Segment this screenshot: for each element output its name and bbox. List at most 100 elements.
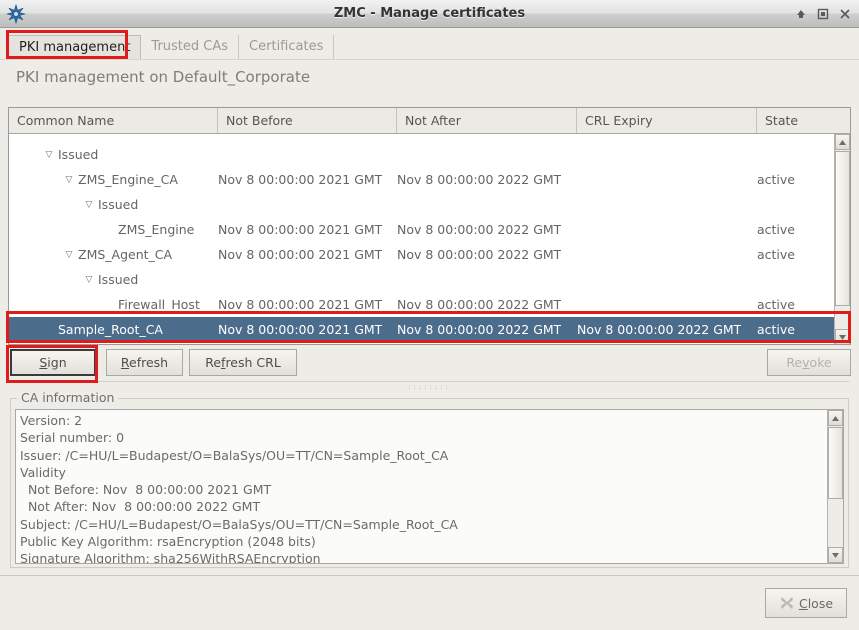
cell-common-name: Sample_Root_CA xyxy=(43,317,163,342)
refresh-button-label-mnemonic: R xyxy=(120,355,130,370)
tab-certificates[interactable]: Certificates xyxy=(239,35,335,59)
cell-common-name-text: Firewall_Host xyxy=(118,297,200,312)
sign-button[interactable]: Sign xyxy=(10,349,96,376)
revoke-label-b: oke xyxy=(809,355,832,370)
title-bar: ZMC - Manage certificates xyxy=(0,0,859,28)
table-row[interactable]: ▽ ZMS_Engine_CA Nov 8 00:00:00 2021 GMT Nov… xyxy=(9,167,835,192)
cell-common-name-text: ZMS_Engine_CA xyxy=(78,172,178,187)
column-header-not-after[interactable]: Not After xyxy=(397,108,577,133)
cell-common-name-text: ZMS_Engine xyxy=(118,222,195,237)
cell-not-before: Nov 8 00:00:00 2021 GMT xyxy=(218,322,383,337)
revoke-label-mnemonic: v xyxy=(802,355,810,370)
ca-information-textarea[interactable]: Version: 2 Serial number: 0 Issuer: /C=H… xyxy=(15,409,844,564)
ca-information-scrollbar[interactable] xyxy=(827,410,843,563)
tree-scrollbar-thumb[interactable] xyxy=(835,151,850,306)
cell-common-name: _ _ xyxy=(63,134,78,142)
tab-pki-management[interactable]: PKI management xyxy=(8,35,142,59)
maximize-button[interactable] xyxy=(813,4,833,24)
close-dialog-button[interactable]: Close xyxy=(765,588,847,618)
cell-state: active xyxy=(757,322,795,337)
refresh-crl-label-b: resh CRL xyxy=(225,355,281,370)
cell-not-before: Nov 8 00:00:00 2021 GMT xyxy=(218,297,383,312)
refresh-button[interactable]: Refresh xyxy=(106,349,183,376)
revoke-label-a: Re xyxy=(786,355,803,370)
cell-state: active xyxy=(757,172,795,187)
tree-scrollbar[interactable] xyxy=(834,134,850,344)
tab-bar: PKI management Trusted CAs Certificates xyxy=(0,29,859,59)
sign-button-label: ign xyxy=(47,355,67,370)
manage-certificates-window: ZMC - Manage certificates PKI management… xyxy=(0,0,859,630)
cell-crl-expiry: Nov 8 00:00:00 2022 GMT xyxy=(577,322,742,337)
refresh-crl-label-a: Re xyxy=(205,355,222,370)
close-button[interactable] xyxy=(835,4,855,24)
cell-not-after: Nov 8 00:00:00 2022 GMT xyxy=(397,297,562,312)
expander-triangle-icon[interactable]: ▽ xyxy=(63,243,75,267)
column-header-crl-expiry[interactable]: CRL Expiry xyxy=(577,108,757,133)
close-mnemonic: C xyxy=(798,595,808,611)
cell-common-name: ▽ ZMS_Agent_CA xyxy=(63,242,173,267)
splitter-handle[interactable]: :::::::: xyxy=(10,381,849,391)
table-row[interactable]: ▽ Issued xyxy=(9,267,835,292)
cell-not-after: Nov 8 00:00:00 2022 GMT xyxy=(397,322,562,337)
cell-state: active xyxy=(757,247,795,262)
cell-common-name: ▽ Issued xyxy=(83,192,139,217)
ca-information-group: CA information Version: 2 Serial number:… xyxy=(10,390,849,568)
cell-not-before: Nov 8 00:00:00 2021 GMT xyxy=(218,172,383,187)
splitter-grip-dots: :::::::: xyxy=(408,383,451,391)
ca-scroll-up-icon[interactable] xyxy=(828,410,843,426)
expander-triangle-icon[interactable]: ▽ xyxy=(83,268,95,292)
shade-button[interactable] xyxy=(791,4,811,24)
column-header-not-before[interactable]: Not Before xyxy=(218,108,397,133)
cell-not-after: Nov 8 00:00:00 2022 GMT xyxy=(397,222,562,237)
certificates-tree[interactable]: Common Name Not Before Not After CRL Exp… xyxy=(8,107,851,345)
action-button-row: Sign Refresh Refresh CRL Revoke xyxy=(8,349,851,379)
expander-triangle-icon[interactable]: ▽ xyxy=(63,168,75,192)
close-button-text: Close xyxy=(798,595,834,611)
cell-common-name: Firewall_Host xyxy=(103,292,200,317)
tab-trusted-cas[interactable]: Trusted CAs xyxy=(141,35,240,59)
cell-not-before: Nov 8 00:00:00 2021 GMT xyxy=(218,247,383,262)
scroll-up-icon[interactable] xyxy=(835,134,850,150)
cell-not-before: Nov 8 00:00:00 2021 GMT xyxy=(218,222,383,237)
ca-scrollbar-thumb[interactable] xyxy=(828,427,843,499)
window-title: ZMC - Manage certificates xyxy=(333,6,526,21)
tree-header: Common Name Not Before Not After CRL Exp… xyxy=(9,108,850,134)
cell-state: active xyxy=(757,297,795,312)
page-heading: PKI management on Default_Corporate xyxy=(0,59,859,97)
tree-body[interactable]: _ _▽Issued▽ZMS_Engine_CANov 8 00:00:00 2… xyxy=(9,134,835,344)
ca-scroll-down-icon[interactable] xyxy=(828,547,843,563)
column-header-common-name[interactable]: Common Name xyxy=(9,108,218,133)
expander-triangle-icon[interactable]: ▽ xyxy=(83,193,95,217)
cell-not-after: Nov 8 00:00:00 2022 GMT xyxy=(397,172,562,187)
cell-common-name-text: Sample_Root_CA xyxy=(58,322,163,337)
window-controls xyxy=(791,3,855,25)
page-title: PKI management on Default_Corporate xyxy=(16,68,311,86)
cell-not-after: Nov 8 00:00:00 2022 GMT xyxy=(397,247,562,262)
splitter-line xyxy=(10,381,849,382)
table-row[interactable]: Sample_Root_CA Nov 8 00:00:00 2021 GMT Nov… xyxy=(9,317,835,342)
expander-triangle-icon[interactable]: ▽ xyxy=(43,143,55,167)
ca-information-legend: CA information xyxy=(17,390,119,405)
cell-common-name-text: ZMS_Agent_CA xyxy=(78,247,173,262)
table-row[interactable]: _ _ xyxy=(9,134,835,142)
cell-common-name: ▽ Issued xyxy=(83,267,139,292)
cell-common-name: ▽ Issued xyxy=(43,142,99,167)
footer-separator xyxy=(0,575,859,576)
close-x-icon xyxy=(779,595,795,611)
table-row[interactable]: ▽ ZMS_Agent_CA Nov 8 00:00:00 2021 GMT Nov … xyxy=(9,242,835,267)
table-row[interactable]: Firewall_Host Nov 8 00:00:00 2021 GMT Nov … xyxy=(9,292,835,317)
revoke-button: Revoke xyxy=(767,349,851,376)
cell-common-name: ▽ ZMS_Engine_CA xyxy=(63,167,178,192)
cell-common-name-text: Issued xyxy=(98,197,139,212)
table-row[interactable]: ZMS_Engine Nov 8 00:00:00 2021 GMT Nov 8 0… xyxy=(9,217,835,242)
refresh-crl-button[interactable]: Refresh CRL xyxy=(189,349,297,376)
table-row[interactable]: ▽ Issued xyxy=(9,142,835,167)
scroll-down-icon[interactable] xyxy=(835,329,850,344)
refresh-button-label: efresh xyxy=(129,355,169,370)
cell-state: active xyxy=(757,222,795,237)
column-header-state[interactable]: State xyxy=(757,108,850,133)
cell-common-name-text: Issued xyxy=(58,147,99,162)
cell-common-name-text: Issued xyxy=(98,272,139,287)
cell-common-name: ZMS_Engine xyxy=(103,217,194,242)
table-row[interactable]: ▽ Issued xyxy=(9,192,835,217)
